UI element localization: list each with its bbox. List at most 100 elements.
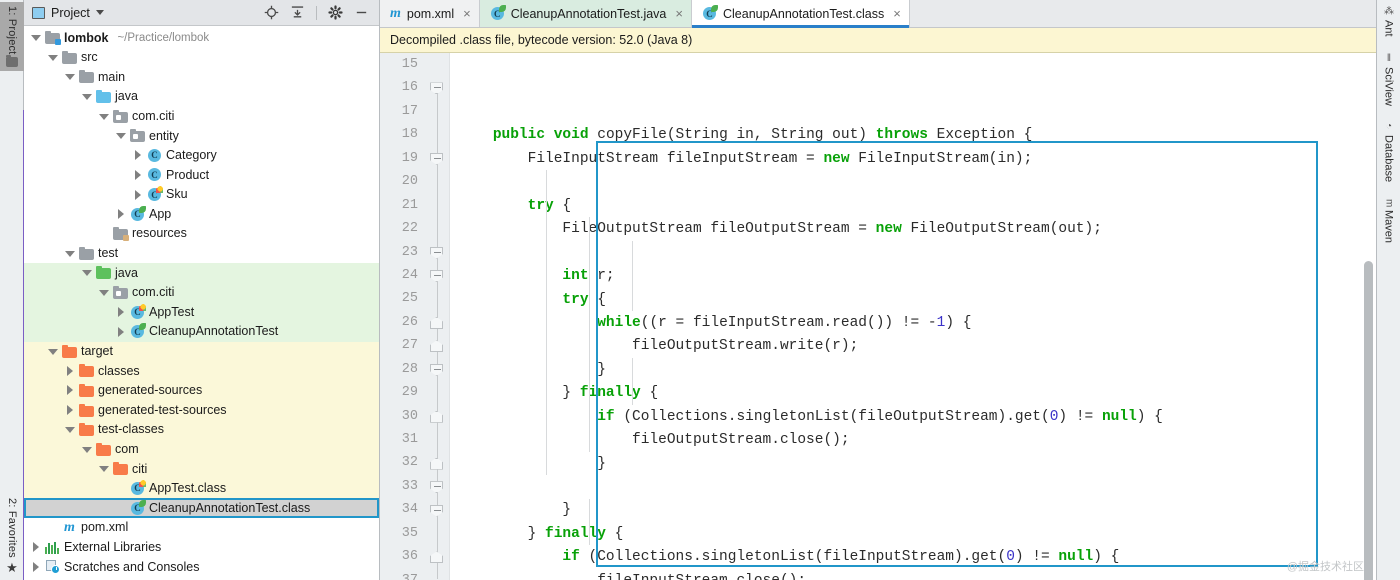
tree-node-generated-test-sources[interactable]: generated-test-sources xyxy=(24,400,379,420)
tree-node-com-citi[interactable]: com.citi xyxy=(24,282,379,303)
gear-icon[interactable] xyxy=(328,5,343,20)
close-icon[interactable]: × xyxy=(463,7,471,20)
right-stripe-item-maven[interactable]: m Maven xyxy=(1383,199,1395,243)
code-text: FileOutputStream(out); xyxy=(901,221,1102,238)
twisty-collapsed-icon[interactable] xyxy=(132,150,143,161)
twisty-expanded-icon[interactable] xyxy=(30,32,41,43)
fold-end-icon[interactable] xyxy=(430,551,443,564)
twisty-collapsed-icon[interactable] xyxy=(64,385,75,396)
code-line: if (Collections.singletonList(fileInputS… xyxy=(458,546,1376,569)
twisty-expanded-icon[interactable] xyxy=(47,52,58,63)
twisty-expanded-icon[interactable] xyxy=(81,444,92,455)
folder-orange-icon xyxy=(79,383,94,397)
twisty-expanded-icon[interactable] xyxy=(64,71,75,82)
tree-node-label: lombok xyxy=(64,30,109,45)
fold-start-icon[interactable] xyxy=(430,82,443,95)
twisty-collapsed-icon[interactable] xyxy=(132,189,143,200)
twisty-collapsed-icon[interactable] xyxy=(64,365,75,376)
code-content[interactable]: public void copyFile(String in, String o… xyxy=(450,53,1376,580)
tree-node-test[interactable]: test xyxy=(24,244,379,264)
tree-node-label: Scratches and Consoles xyxy=(64,559,200,574)
twisty-expanded-icon[interactable] xyxy=(115,130,126,141)
tree-node-app[interactable]: C App xyxy=(24,204,379,224)
tree-node-apptest[interactable]: C AppTest xyxy=(24,302,379,322)
editor-tab-pom-xml[interactable]: m pom.xml × xyxy=(380,0,480,27)
code-line: public void copyFile(String in, String o… xyxy=(458,124,1376,147)
tree-node-pom-xml[interactable]: m pom.xml xyxy=(24,518,379,538)
twisty-placeholder xyxy=(47,522,58,533)
tree-node-apptest-class[interactable]: C AppTest.class xyxy=(24,478,379,499)
tree-node-com-citi[interactable]: com.citi xyxy=(24,106,379,126)
twisty-collapsed-icon[interactable] xyxy=(30,561,41,572)
twisty-expanded-icon[interactable] xyxy=(64,248,75,259)
fold-start-icon[interactable] xyxy=(430,246,443,259)
twisty-expanded-icon[interactable] xyxy=(64,424,75,435)
tree-node-citi[interactable]: citi xyxy=(24,459,379,479)
tree-node-test-classes[interactable]: test-classes xyxy=(24,419,379,440)
right-stripe-item-ant[interactable]: ⁂ Ant xyxy=(1383,6,1395,37)
twisty-collapsed-icon[interactable] xyxy=(30,542,41,553)
collapse-all-icon[interactable] xyxy=(290,5,305,20)
fold-start-icon[interactable] xyxy=(430,152,443,165)
project-tree[interactable]: lombok ~/Practice/lombok src main java com.ci… xyxy=(24,26,379,580)
tree-node-scratches-and-consoles[interactable]: Scratches and Consoles xyxy=(24,557,379,577)
twisty-expanded-icon[interactable] xyxy=(81,91,92,102)
twisty-collapsed-icon[interactable] xyxy=(64,405,75,416)
fold-start-icon[interactable] xyxy=(430,363,443,376)
twisty-expanded-icon[interactable] xyxy=(47,346,58,357)
fold-end-icon[interactable] xyxy=(430,410,443,423)
project-panel-title-box[interactable]: Project xyxy=(32,6,104,20)
right-stripe-item-label: Maven xyxy=(1382,209,1395,243)
sidebar-item-project[interactable]: 1: Project xyxy=(0,2,24,72)
tree-node-lombok[interactable]: lombok ~/Practice/lombok xyxy=(24,28,379,48)
locate-icon[interactable] xyxy=(264,5,279,20)
tree-node-sku[interactable]: C Sku xyxy=(24,185,379,205)
tree-node-target[interactable]: target xyxy=(24,341,379,362)
tree-node-com[interactable]: com xyxy=(24,439,379,460)
tree-node-main[interactable]: main xyxy=(24,67,379,87)
tree-node-cleanupannotationtest-class[interactable]: C CleanupAnnotationTest.class xyxy=(24,498,379,518)
right-stripe-item-label: Ant xyxy=(1382,20,1395,37)
tree-node-cleanupannotationtest[interactable]: C CleanupAnnotationTest xyxy=(24,321,379,342)
tree-node-entity[interactable]: entity xyxy=(24,126,379,146)
twisty-expanded-icon[interactable] xyxy=(98,463,109,474)
tree-node-classes[interactable]: classes xyxy=(24,361,379,381)
close-icon[interactable]: × xyxy=(675,7,683,20)
twisty-expanded-icon[interactable] xyxy=(81,267,92,278)
fold-end-icon[interactable] xyxy=(430,316,443,329)
editor-tab-cleanupannotationtest-class[interactable]: C CleanupAnnotationTest.class × xyxy=(691,0,910,28)
fold-end-icon[interactable] xyxy=(430,457,443,470)
tree-node-category[interactable]: C Category xyxy=(24,146,379,166)
tree-node-resources[interactable]: resources xyxy=(24,224,379,244)
editor-tab-bar[interactable]: m pom.xml × C CleanupAnnotationTest.java × C Cl… xyxy=(380,0,1376,28)
editor-vertical-scrollbar[interactable] xyxy=(1364,261,1373,580)
java-class-leaf-icon: C xyxy=(130,205,146,222)
tree-node-java[interactable]: java xyxy=(24,87,379,107)
editor-tab-cleanupannotationtest-java[interactable]: C CleanupAnnotationTest.java × xyxy=(479,0,692,27)
twisty-expanded-icon[interactable] xyxy=(98,287,109,298)
fold-start-icon[interactable] xyxy=(430,481,443,494)
minimize-icon[interactable] xyxy=(354,5,369,20)
tree-node-product[interactable]: C Product xyxy=(24,165,379,185)
fold-start-icon[interactable] xyxy=(430,270,443,283)
twisty-collapsed-icon[interactable] xyxy=(115,307,126,318)
chevron-down-icon[interactable] xyxy=(95,10,104,15)
tree-node-src[interactable]: src xyxy=(24,48,379,68)
fold-start-icon[interactable] xyxy=(430,504,443,517)
code-folding-gutter[interactable] xyxy=(426,53,450,580)
tree-node-generated-sources[interactable]: generated-sources xyxy=(24,380,379,401)
right-stripe-item-database[interactable]: ◔ Database xyxy=(1383,121,1395,182)
code-keyword: null xyxy=(1101,408,1137,425)
tree-node-java[interactable]: java xyxy=(24,263,379,283)
twisty-expanded-icon[interactable] xyxy=(98,111,109,122)
sidebar-item-favorites[interactable]: 2: Favorites ★ xyxy=(0,494,24,578)
right-stripe-item-label: Database xyxy=(1382,135,1395,183)
fold-end-icon[interactable] xyxy=(430,340,443,353)
close-icon[interactable]: × xyxy=(893,7,901,20)
tree-node-external-libraries[interactable]: External Libraries xyxy=(24,537,379,557)
right-stripe-item-sciview[interactable]: ‖ SciView xyxy=(1383,53,1395,106)
twisty-collapsed-icon[interactable] xyxy=(132,169,143,180)
twisty-collapsed-icon[interactable] xyxy=(115,209,126,220)
twisty-collapsed-icon[interactable] xyxy=(115,326,126,337)
